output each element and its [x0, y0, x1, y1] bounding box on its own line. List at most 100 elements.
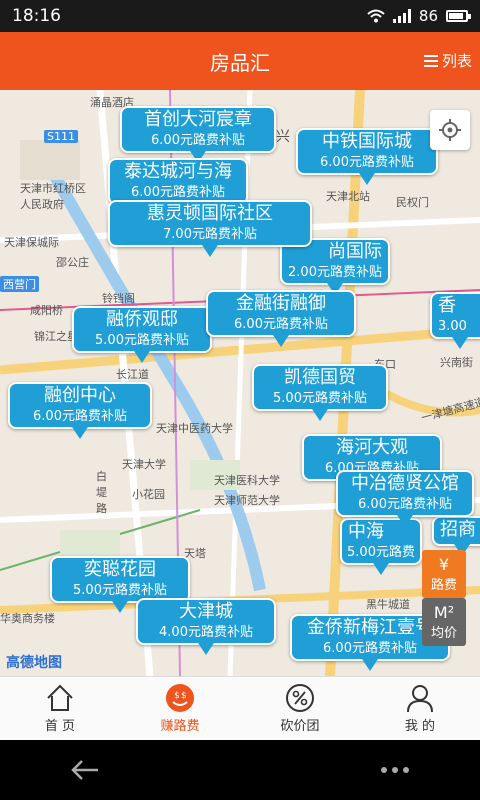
- price-filter-button[interactable]: M² 均价: [422, 598, 466, 646]
- percent-badge-icon: [286, 684, 314, 712]
- yuan-icon: ¥: [438, 554, 450, 574]
- map-label: 铃铛阁: [102, 292, 135, 305]
- list-view-button[interactable]: 列表: [423, 50, 472, 71]
- property-subsidy: 6.00元路费补贴: [234, 317, 328, 332]
- property-marker[interactable]: 泰达城河与海 6.00元路费补贴: [108, 158, 248, 215]
- map-label: 黑牛城道: [366, 598, 410, 611]
- fee-filter-label: 路费: [430, 577, 457, 593]
- property-subsidy: 7.00元路费补贴: [163, 227, 257, 242]
- property-name: 中铁国际城: [322, 131, 412, 152]
- property-subsidy: 4.00元路费补贴: [159, 625, 253, 640]
- map-label: S111: [44, 130, 78, 143]
- back-arrow-icon[interactable]: [70, 758, 100, 782]
- tab-mine[interactable]: 我 的: [360, 677, 480, 740]
- property-marker[interactable]: 融侨观邸 5.00元路费补贴: [72, 306, 212, 363]
- property-subsidy: 6.00元路费补贴: [358, 497, 452, 512]
- map-label: 华奥商务楼: [0, 612, 55, 625]
- property-name: 大津城: [179, 601, 233, 622]
- property-name: 奕聪花园: [84, 559, 156, 580]
- property-marker[interactable]: 惠灵顿国际社区 7.00元路费补贴: [108, 200, 312, 257]
- bottom-tab-bar: 首 页 $ $ 赚路费 砍价团 我 的: [0, 676, 480, 740]
- battery-icon: [446, 10, 471, 22]
- svg-text:$: $: [174, 691, 180, 701]
- user-icon: [407, 685, 433, 713]
- property-subsidy: 6.00元路费补贴: [151, 133, 245, 148]
- property-marker[interactable]: 融创中心 6.00元路费补贴: [8, 382, 152, 439]
- property-name: 海河大观: [336, 437, 408, 458]
- property-name: 香: [438, 295, 456, 316]
- map-label: 天津中医药大学: [156, 422, 233, 435]
- map-label: 小花园: [132, 488, 165, 501]
- map-label: 天津医科大学: [214, 474, 280, 487]
- property-subsidy: [434, 542, 480, 544]
- map-label: 邵公庄: [56, 256, 89, 269]
- property-marker[interactable]: 奕聪花园 5.00元路费补贴: [50, 556, 190, 613]
- tab-label: 我 的: [404, 719, 436, 734]
- property-name: 凯德国贸: [284, 367, 356, 388]
- property-subsidy: 6.00元路费补贴: [320, 155, 414, 170]
- fee-filter-button[interactable]: ¥ 路费: [422, 550, 466, 598]
- map-label: 长江道: [116, 368, 149, 381]
- tab-label: 砍价团: [280, 719, 320, 734]
- system-nav-bar: [0, 740, 480, 800]
- map-label: 民权门: [396, 196, 429, 209]
- property-marker[interactable]: 凯德国贸 5.00元路费补贴: [252, 364, 388, 421]
- map-label: 天津北站: [326, 190, 370, 203]
- tab-home[interactable]: 首 页: [0, 677, 120, 740]
- property-name: 招商: [440, 519, 476, 540]
- locate-button[interactable]: [430, 110, 470, 150]
- home-icon: [47, 684, 73, 711]
- map-label: 天津大学: [122, 458, 166, 471]
- tab-bargain-group[interactable]: 砍价团: [240, 677, 360, 740]
- property-name: 融创中心: [44, 385, 116, 406]
- map-label: 天津保城际: [4, 236, 59, 249]
- property-subsidy: 5.00元路费补贴: [95, 333, 189, 348]
- status-time: 18:16: [12, 6, 61, 26]
- map-label: 天津市红桥区人民政府: [20, 182, 86, 211]
- property-marker[interactable]: 大津城 4.00元路费补贴: [136, 598, 276, 655]
- page-title: 房品汇: [210, 50, 270, 75]
- property-name: 中冶德贤公馆: [351, 473, 459, 494]
- tab-label: 首 页: [44, 719, 76, 734]
- wifi-icon: [367, 9, 385, 23]
- map-label: 白堤路: [96, 470, 107, 515]
- signal-icon: [392, 9, 411, 23]
- status-indicators: 86: [367, 7, 471, 25]
- map-label: 咸阳桥: [30, 304, 63, 317]
- property-marker[interactable]: 中冶德贤公馆 6.00元路费补贴: [336, 470, 474, 527]
- svg-text:$: $: [181, 691, 187, 701]
- property-subsidy: 5.00元路费: [347, 545, 415, 560]
- property-subsidy: 6.00元路费补贴: [33, 409, 127, 424]
- property-name: 泰达城河与海: [124, 161, 232, 182]
- property-name: 融侨观邸: [106, 309, 178, 330]
- status-bar: 18:16 86: [0, 0, 480, 32]
- more-dots-icon[interactable]: [380, 766, 410, 774]
- app-header: 房品汇 列表: [0, 32, 480, 90]
- list-icon: [423, 54, 438, 67]
- tab-earn-fee[interactable]: $ $ 赚路费: [120, 677, 240, 740]
- tab-label: 赚路费: [160, 719, 200, 734]
- map-label: 兴: [276, 129, 290, 145]
- property-subsidy: 2.00元路费补贴: [288, 265, 382, 280]
- list-view-label: 列表: [441, 52, 472, 70]
- property-marker[interactable]: 招商: [432, 516, 480, 556]
- property-marker[interactable]: 首创大河宸章 6.00元路费补贴: [120, 106, 276, 163]
- price-filter-label: 均价: [430, 625, 457, 641]
- map-label: 天津师范大学: [214, 494, 280, 507]
- property-name: 首创大河宸章: [144, 109, 252, 130]
- smile-money-icon: $ $: [166, 684, 194, 712]
- map-label: 西营门: [0, 276, 39, 292]
- square-meter-icon: M²: [433, 602, 455, 622]
- property-subsidy: 5.00元路费补贴: [273, 391, 367, 406]
- crosshair-icon: [439, 119, 461, 141]
- map-label: 兴南街: [440, 356, 473, 369]
- property-name: 金融街融御: [236, 293, 326, 314]
- map-view[interactable]: 涌晶酒店 S111 天津市红桥区人民政府 天津保城际 西营门 邵公庄 咸阳桥 锦…: [0, 90, 480, 676]
- property-marker[interactable]: 香 3.00: [430, 292, 480, 349]
- battery-percent: 86: [418, 7, 438, 25]
- property-subsidy: 3.00: [438, 319, 467, 334]
- property-marker[interactable]: 金融街融御 6.00元路费补贴: [206, 290, 356, 347]
- property-name: 惠灵顿国际社区: [147, 203, 273, 224]
- property-marker[interactable]: 中铁国际城 6.00元路费补贴: [296, 128, 438, 185]
- map-provider-logo: 高德地图: [6, 655, 62, 671]
